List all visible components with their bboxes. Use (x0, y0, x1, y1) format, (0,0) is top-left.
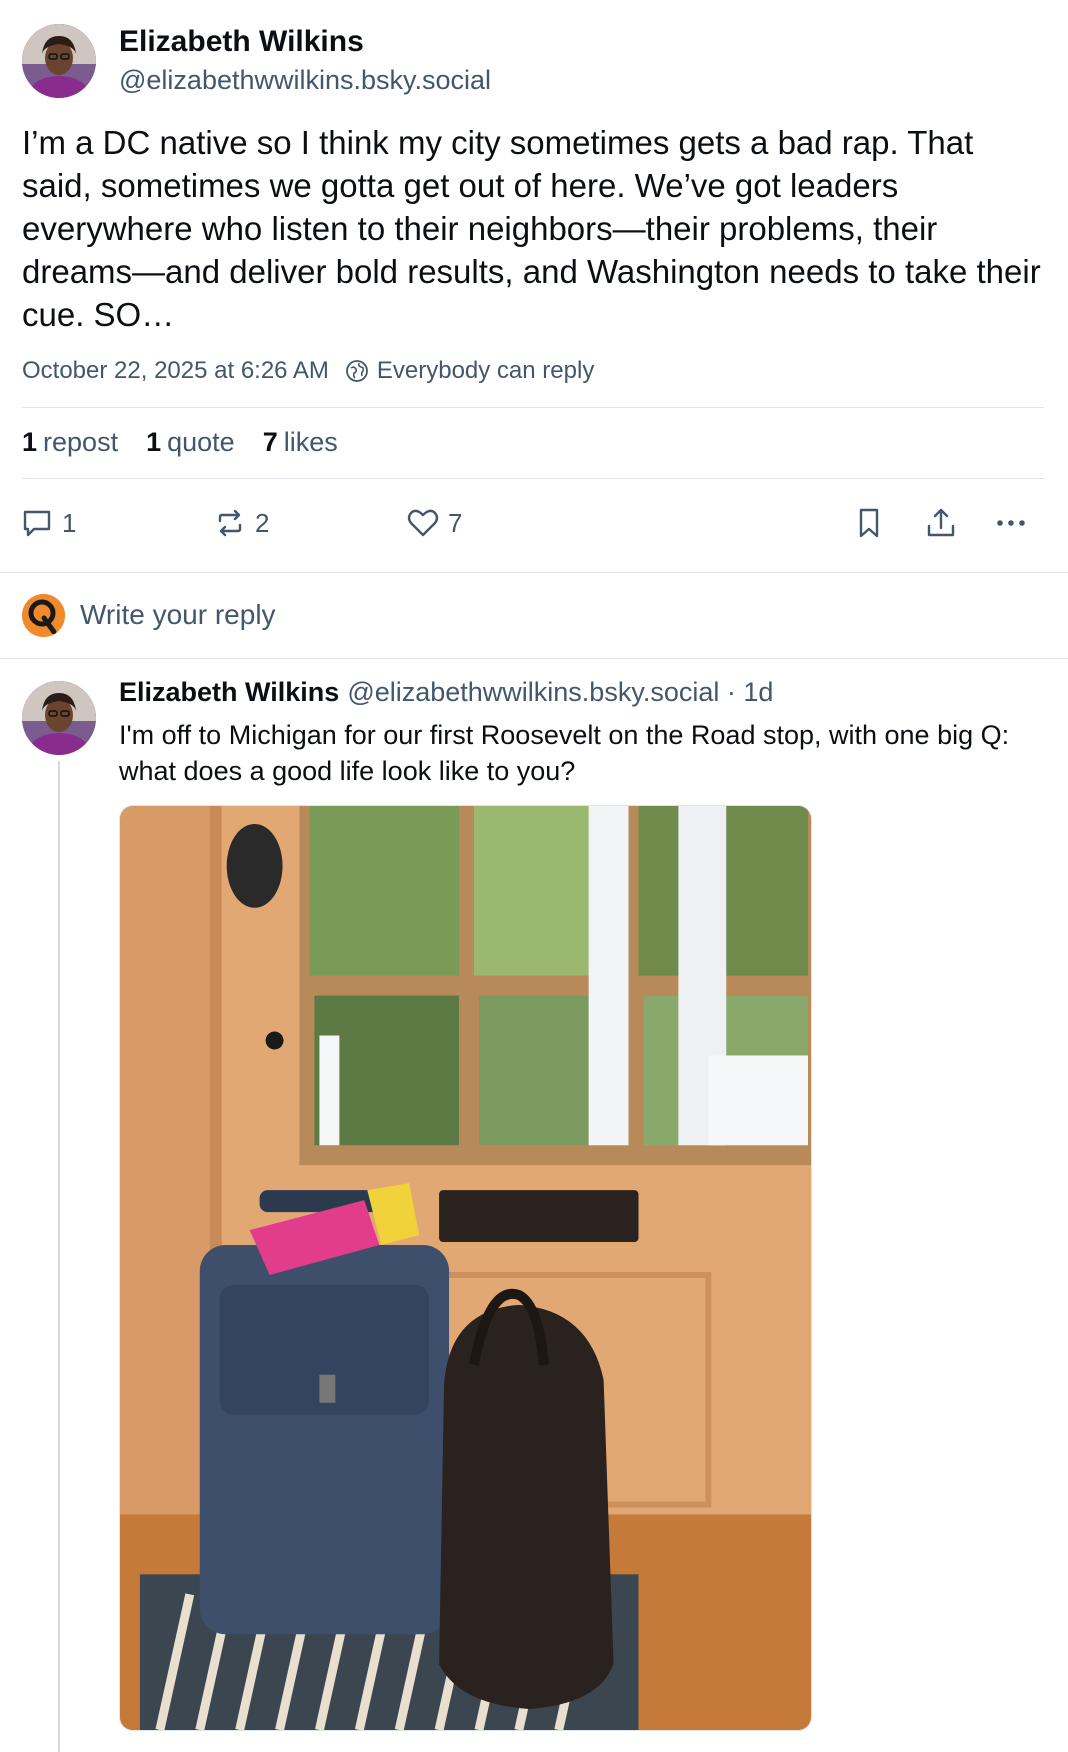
author-name[interactable]: Elizabeth Wilkins (119, 25, 364, 59)
author-avatar[interactable] (22, 24, 96, 98)
main-post: Elizabeth Wilkins @elizabethwwilkins.bsk… (0, 0, 1068, 573)
post-meta: October 22, 2025 at 6:26 AM Everybody ca… (22, 357, 594, 385)
quotes-label: quote (167, 427, 235, 457)
repost-button[interactable]: 2 (213, 506, 269, 540)
likes-count: 7 (262, 427, 278, 457)
more-options-button[interactable] (994, 506, 1028, 540)
divider (22, 478, 1044, 479)
post-time[interactable]: · 1d (727, 677, 774, 707)
divider (22, 407, 1044, 408)
repost-arrows-icon (218, 509, 242, 537)
quotes-stat[interactable]: 1 quote (146, 427, 235, 458)
reply-button[interactable]: 1 (20, 506, 76, 540)
parent-post-header: Elizabeth Wilkins @elizabethwwilkins.bsky… (119, 677, 773, 708)
ellipsis-icon (997, 520, 1025, 526)
author-name[interactable]: Elizabeth Wilkins (119, 677, 339, 707)
speech-bubble-icon (23, 510, 51, 537)
bookmark-icon (859, 508, 879, 538)
bookmark-button[interactable] (852, 506, 886, 540)
reply-composer[interactable]: Write your reply (0, 573, 1068, 659)
quotes-count: 1 (146, 427, 162, 457)
likes-stat[interactable]: 7 likes (263, 427, 338, 458)
current-user-avatar (22, 594, 65, 637)
reply-input-placeholder[interactable]: Write your reply (80, 599, 276, 631)
share-button[interactable] (924, 506, 958, 540)
post-timestamp[interactable]: October 22, 2025 at 6:26 AM (22, 357, 329, 385)
heart-icon (407, 509, 439, 537)
reply-setting: Everybody can reply (376, 357, 595, 384)
reposts-count: 1 (22, 427, 38, 457)
author-handle[interactable]: @elizabethwwilkins.bsky.social (347, 677, 719, 707)
thread-line (58, 761, 60, 1752)
globe-icon (345, 360, 368, 382)
reposts-label: repost (43, 427, 119, 457)
repost-count: 2 (255, 507, 270, 538)
share-icon (927, 508, 955, 537)
reposts-stat[interactable]: 1 repost (22, 427, 118, 458)
post-text: I’m a DC native so I think my city somet… (22, 124, 1041, 333)
parent-post-text: I'm off to Michigan for our first Roosev… (119, 720, 1010, 786)
likes-label: likes (283, 427, 338, 457)
reply-count: 1 (62, 507, 77, 538)
post-image[interactable] (119, 805, 812, 1731)
like-count: 7 (448, 507, 463, 538)
like-button[interactable]: 7 (406, 506, 462, 540)
parent-post[interactable]: Elizabeth Wilkins @elizabethwwilkins.bsky… (0, 659, 1068, 1752)
post-stats: 1 repost 1 quote 7 likes (22, 427, 366, 458)
author-handle[interactable]: @elizabethwwilkins.bsky.social (119, 65, 491, 96)
author-avatar[interactable] (22, 681, 96, 755)
